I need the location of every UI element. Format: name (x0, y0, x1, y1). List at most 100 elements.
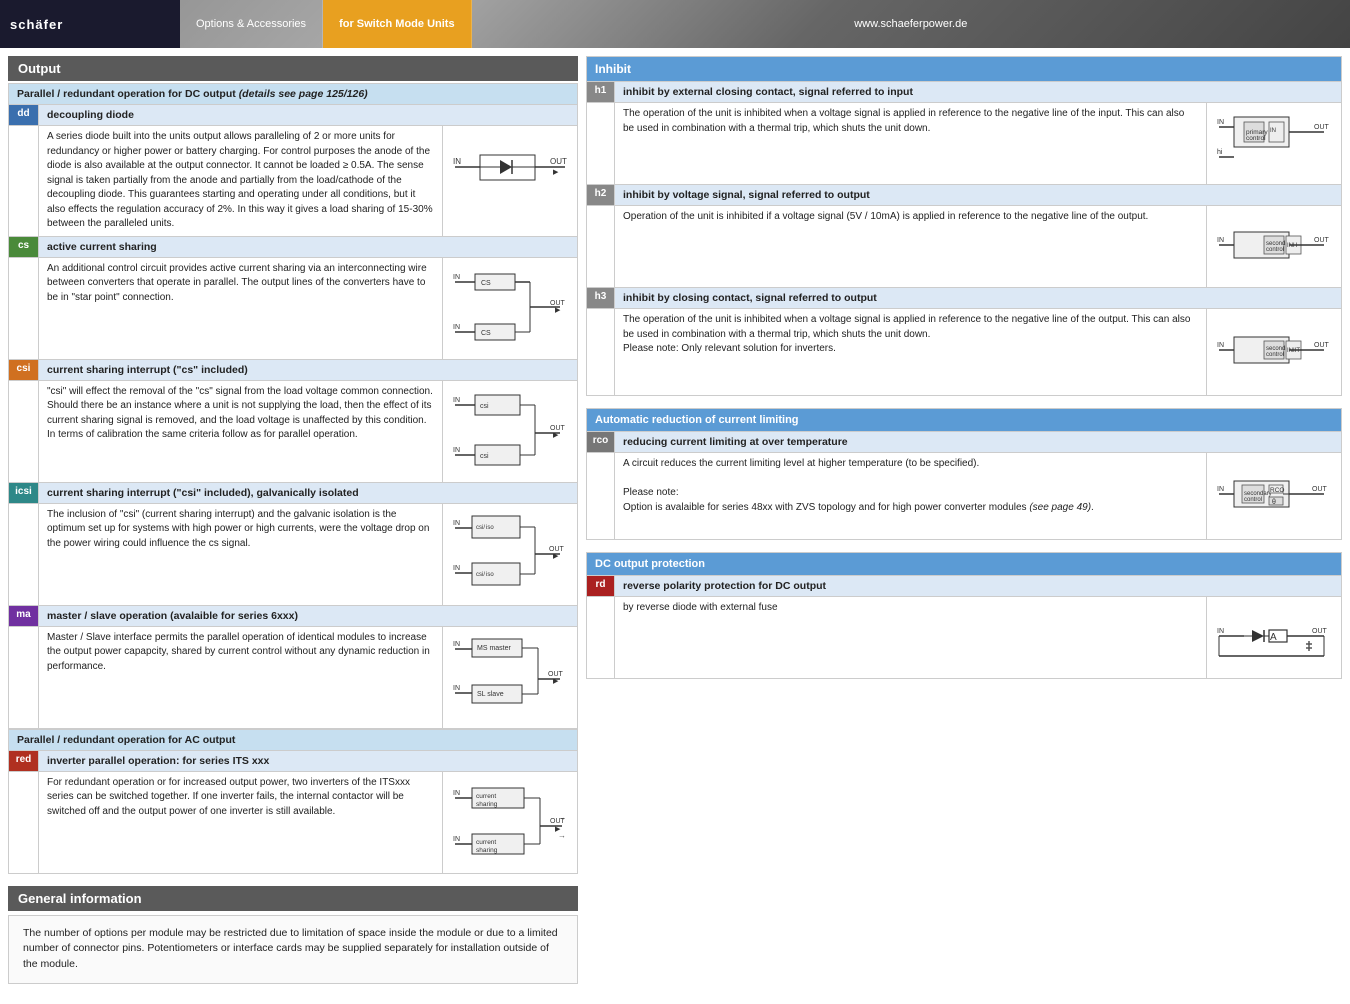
svg-text:IN: IN (453, 836, 460, 843)
spacer-dd (9, 126, 39, 237)
svg-text:MS master: MS master (477, 645, 512, 652)
parallel-ac-table: Parallel / redundant operation for AC ou… (8, 729, 578, 874)
inhibit-table: Inhibit h1 inhibit by external closing c… (586, 56, 1342, 396)
svg-text:OUT: OUT (548, 671, 564, 678)
desc-icsi: The inclusion of "csi" (current sharing … (39, 503, 443, 605)
svg-text:csi: csi (480, 403, 489, 410)
website-url: www.schaeferpower.de (472, 0, 1350, 48)
title-red: inverter parallel operation: for series … (39, 750, 578, 771)
svg-text:OUT: OUT (1314, 237, 1330, 244)
diagram-ma: IN MS master OUT ▶ IN SL slave (443, 626, 578, 728)
svg-text:current: current (476, 793, 496, 800)
output-section: Output Parallel / redundant operation fo… (8, 56, 578, 874)
svg-text:→: → (558, 813, 566, 822)
label-h1: h1 (587, 82, 615, 103)
label-cs: cs (9, 236, 39, 257)
spacer-icsi (9, 503, 39, 605)
diagram-rd: IN A OUT (1207, 597, 1342, 679)
svg-text:sharing: sharing (476, 801, 498, 808)
label-rco: rco (587, 432, 615, 453)
svg-text:csi/: csi/ (476, 572, 485, 578)
diagram-cs: IN CS OUT ▶ IN CS (443, 257, 578, 359)
svg-text:IN: IN (1217, 628, 1224, 635)
title-h3: inhibit by closing contact, signal refer… (615, 288, 1342, 309)
svg-text:IN: IN (453, 447, 460, 454)
diagram-dd: IN OUT ▶ (443, 126, 578, 237)
title-icsi: current sharing interrupt ("csi" include… (39, 482, 578, 503)
svg-text:control: control (1266, 247, 1284, 253)
label-csi: csi (9, 359, 39, 380)
left-column: Output Parallel / redundant operation fo… (8, 56, 578, 996)
parallel-ac-header: Parallel / redundant operation for AC ou… (17, 734, 235, 746)
svg-text:IN: IN (453, 274, 460, 281)
dc-protection-section: DC output protection rd reverse polarity… (586, 552, 1342, 679)
svg-text:current: current (476, 839, 496, 846)
diagram-csi: IN csi OUT ▶ IN csi (443, 380, 578, 482)
title-h1: inhibit by external closing contact, sig… (615, 82, 1342, 103)
spacer-red (9, 771, 39, 873)
title-rco: reducing current limiting at over temper… (615, 432, 1342, 453)
spacer-rco (587, 453, 615, 540)
svg-text:IN: IN (1270, 128, 1276, 134)
svg-text:OUT: OUT (550, 425, 566, 432)
svg-text:OUT: OUT (550, 300, 566, 307)
svg-text:▶: ▶ (553, 432, 559, 439)
svg-text:OUT: OUT (1314, 124, 1330, 131)
spacer-h1 (587, 103, 615, 185)
logo-area: schäfer (0, 0, 180, 48)
diagram-icsi: IN csi/ iso OUT ▶ IN csi/ (443, 503, 578, 605)
spacer-ma (9, 626, 39, 728)
title-rd: reverse polarity protection for DC outpu… (615, 576, 1342, 597)
general-info-section: General information The number of option… (8, 886, 578, 984)
svg-text:IN: IN (453, 157, 461, 166)
svg-text:▶: ▶ (553, 678, 559, 685)
svg-text:A: A (1270, 632, 1277, 643)
svg-text:CS: CS (481, 280, 491, 287)
nav-options-accessories[interactable]: Options & Accessories (180, 0, 323, 48)
desc-csi: "csi" will effect the removal of the "cs… (39, 380, 443, 482)
title-dd: decoupling diode (39, 105, 578, 126)
svg-text:▶: ▶ (553, 169, 559, 176)
svg-text:INH: INH (1287, 243, 1297, 249)
svg-text:▶: ▶ (555, 307, 561, 314)
svg-text:θ: θ (1272, 499, 1276, 506)
svg-text:control: control (1244, 497, 1262, 503)
auto-reduction-section: Automatic reduction of current limiting … (586, 408, 1342, 540)
svg-text:IN: IN (453, 685, 460, 692)
dc-protection-table: DC output protection rd reverse polarity… (586, 552, 1342, 679)
diagram-h3: IN secondary control INIIT OUT (1207, 309, 1342, 396)
desc-ma: Master / Slave interface permits the par… (39, 626, 443, 728)
svg-text:control: control (1246, 135, 1266, 142)
diagram-red: IN current sharing OUT ▶ → IN (443, 771, 578, 873)
desc-h1: The operation of the unit is inhibited w… (615, 103, 1207, 185)
svg-text:csi/: csi/ (476, 525, 485, 531)
auto-reduction-table: Automatic reduction of current limiting … (586, 408, 1342, 540)
svg-text:IN: IN (1217, 342, 1224, 349)
spacer-cs (9, 257, 39, 359)
label-dd: dd (9, 105, 39, 126)
right-column: Inhibit h1 inhibit by external closing c… (586, 56, 1342, 996)
inhibit-section-title: Inhibit (595, 62, 631, 76)
svg-text:OUT: OUT (1312, 628, 1328, 635)
nav-switch-mode-units[interactable]: for Switch Mode Units (323, 0, 472, 48)
svg-text:IN: IN (453, 641, 460, 648)
desc-red: For redundant operation or for increased… (39, 771, 443, 873)
label-red: red (9, 750, 39, 771)
title-csi: current sharing interrupt ("cs" included… (39, 359, 578, 380)
desc-dd: A series diode built into the units outp… (39, 126, 443, 237)
svg-text:IN: IN (453, 565, 460, 572)
svg-text:SL slave: SL slave (477, 691, 504, 698)
spacer-rd (587, 597, 615, 679)
svg-text:IN: IN (453, 324, 460, 331)
label-ma: ma (9, 605, 39, 626)
svg-text:▶: ▶ (553, 553, 559, 560)
svg-text:IN: IN (453, 397, 460, 404)
dc-protection-title: DC output protection (595, 558, 705, 570)
spacer-h3 (587, 309, 615, 396)
desc-h2: Operation of the unit is inhibited if a … (615, 206, 1207, 288)
header-nav: Options & Accessories for Switch Mode Un… (180, 0, 472, 48)
svg-text:IN: IN (1217, 119, 1224, 126)
title-h2: inhibit by voltage signal, signal referr… (615, 185, 1342, 206)
diagram-rco: IN secondary control RCO OUT (1207, 453, 1342, 540)
desc-rco: A circuit reduces the current limiting l… (615, 453, 1207, 540)
